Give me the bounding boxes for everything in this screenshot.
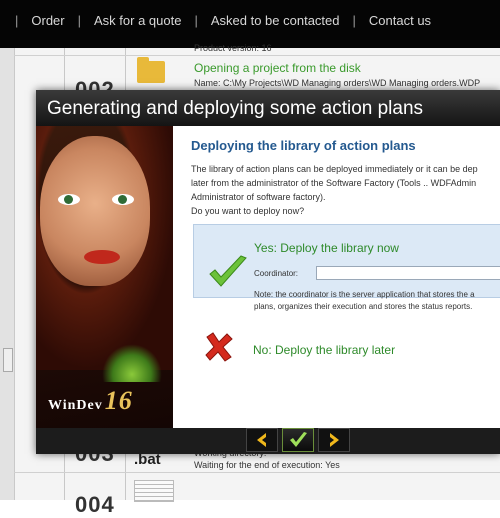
page-scroll-strip[interactable] bbox=[0, 48, 15, 500]
product-version: Product version: 16 bbox=[194, 43, 272, 53]
banner-lips bbox=[84, 250, 120, 264]
folder-icon bbox=[137, 57, 165, 83]
wizard-content: Deploying the library of action plans Th… bbox=[173, 126, 500, 428]
coordinator-label: Coordinator: bbox=[254, 269, 299, 278]
nav-label[interactable]: Order bbox=[31, 13, 64, 28]
wizard-heading: Deploying the library of action plans bbox=[191, 138, 416, 153]
nav-separator: | bbox=[194, 12, 198, 28]
option-deploy-later[interactable]: No: Deploy the library later bbox=[203, 331, 395, 368]
description-line: later from the administrator of the Soft… bbox=[191, 178, 477, 188]
wizard-nav-buttons bbox=[246, 428, 350, 452]
scroll-grip[interactable] bbox=[3, 348, 13, 372]
row-detail: Waiting for the end of execution: Yes bbox=[194, 460, 340, 470]
option-deploy-later-label[interactable]: No: Deploy the library later bbox=[253, 343, 395, 357]
option-deploy-now-label[interactable]: Yes: Deploy the library now bbox=[254, 241, 399, 255]
coordinator-input[interactable] bbox=[316, 266, 500, 280]
logo-text: WinDev bbox=[48, 398, 103, 413]
deploy-wizard-dialog: Generating and deploying some action pla… bbox=[36, 90, 500, 454]
description-line: Do you want to deploy now? bbox=[191, 206, 305, 216]
nav-item-ask-quote[interactable]: | Ask for a quote bbox=[65, 13, 182, 28]
description-line: The library of action plans can be deplo… bbox=[191, 164, 478, 174]
red-cross-icon bbox=[205, 332, 233, 362]
note-line: plans, organizes their execution and sto… bbox=[254, 302, 473, 311]
dialog-title-bar[interactable]: Generating and deploying some action pla… bbox=[36, 90, 500, 126]
nav-label[interactable]: Ask for a quote bbox=[94, 13, 181, 28]
dialog-title: Generating and deploying some action pla… bbox=[47, 98, 424, 119]
description-line: Administrator of software factory). bbox=[191, 192, 326, 202]
windev-banner-image: WinDev16 bbox=[36, 126, 173, 428]
table-row-divider bbox=[14, 472, 500, 473]
nav-item-order[interactable]: | Order bbox=[2, 13, 65, 28]
chevron-right-icon bbox=[330, 433, 339, 447]
banner-eye bbox=[112, 194, 134, 205]
row-title[interactable]: Opening a project from the disk bbox=[194, 61, 361, 75]
next-button[interactable] bbox=[318, 428, 350, 452]
check-icon bbox=[290, 432, 307, 447]
row-number: 004 bbox=[75, 492, 115, 517]
windev-logo: WinDev16 bbox=[48, 386, 133, 416]
note-line: Note: the coordinator is the server appl… bbox=[254, 290, 475, 299]
top-navigation: | Order | Ask for a quote | Asked to be con… bbox=[0, 0, 500, 48]
nav-item-asked-contacted[interactable]: | Asked to be contacted bbox=[181, 13, 339, 28]
chevron-left-icon bbox=[257, 433, 266, 447]
table-row-divider bbox=[14, 55, 500, 56]
nav-separator: | bbox=[15, 12, 19, 28]
wizard-description: The library of action plans can be deplo… bbox=[191, 162, 500, 218]
ok-button[interactable] bbox=[282, 428, 314, 452]
row-detail: Name: C:\My Projects\WD Managing orders\… bbox=[194, 78, 481, 88]
previous-button[interactable] bbox=[246, 428, 278, 452]
nav-separator: | bbox=[352, 12, 356, 28]
nav-label[interactable]: Asked to be contacted bbox=[211, 13, 340, 28]
green-check-icon bbox=[209, 255, 247, 287]
option-deploy-now[interactable]: Yes: Deploy the library now Coordinator:… bbox=[193, 224, 500, 311]
nav-separator: | bbox=[77, 12, 82, 28]
nav-item-contact-us[interactable]: | Contact us bbox=[340, 13, 432, 28]
banner-eye bbox=[58, 194, 80, 205]
coordinator-note: Note: the coordinator is the server appl… bbox=[254, 289, 475, 313]
logo-version: 16 bbox=[104, 386, 133, 415]
document-icon bbox=[134, 480, 174, 502]
banner-island bbox=[102, 344, 162, 382]
nav-label[interactable]: Contact us bbox=[369, 13, 431, 28]
